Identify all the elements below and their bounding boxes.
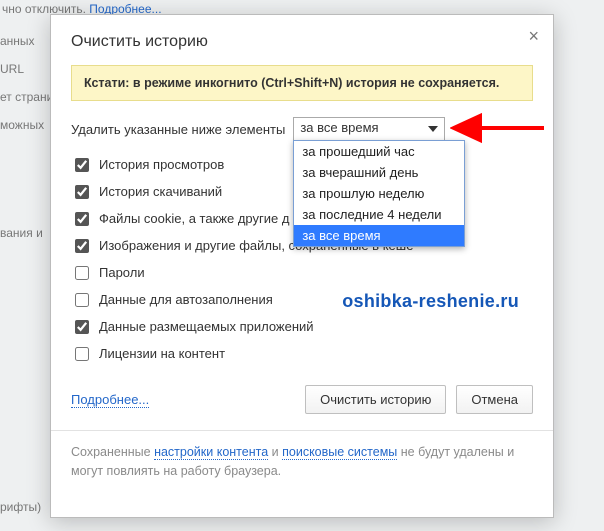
footer-note: Сохраненные настройки контента и поисков… <box>51 430 553 481</box>
dropdown-option[interactable]: за прошедший час <box>294 141 464 162</box>
select-value: за все время <box>300 120 378 135</box>
checkbox[interactable] <box>75 158 89 172</box>
time-range-select[interactable]: за все время за прошедший час за вчерашн… <box>293 117 445 141</box>
time-range-row: Удалить указанные ниже элементы за все в… <box>71 117 533 141</box>
checkbox[interactable] <box>75 320 89 334</box>
content-settings-link[interactable]: настройки контента <box>154 445 268 460</box>
time-range-label: Удалить указанные ниже элементы <box>71 122 285 137</box>
dialog-actions: Подробнее... Очистить историю Отмена <box>71 385 533 414</box>
dropdown-option-selected[interactable]: за все время <box>294 225 464 246</box>
select-box[interactable]: за все время <box>293 117 445 141</box>
checkbox-label: Лицензии на контент <box>99 346 225 361</box>
dropdown-option[interactable]: за последние 4 недели <box>294 204 464 225</box>
checkbox-label: Данные размещаемых приложений <box>99 319 314 334</box>
cancel-button[interactable]: Отмена <box>456 385 533 414</box>
checkbox-row[interactable]: Пароли <box>71 259 533 286</box>
close-button[interactable]: × <box>528 27 539 45</box>
checkbox-label: Пароли <box>99 265 145 280</box>
checkbox-label: Данные для автозаполнения <box>99 292 273 307</box>
checkbox[interactable] <box>75 185 89 199</box>
checkbox-label: История просмотров <box>99 157 224 172</box>
button-group: Очистить историю Отмена <box>305 385 533 414</box>
checkbox[interactable] <box>75 212 89 226</box>
search-engines-link[interactable]: поисковые системы <box>282 445 397 460</box>
time-range-dropdown: за прошедший час за вчерашний день за пр… <box>293 140 465 247</box>
clear-history-dialog: × Очистить историю Кстати: в режиме инко… <box>50 14 554 518</box>
clear-history-button[interactable]: Очистить историю <box>305 385 446 414</box>
dropdown-option[interactable]: за вчерашний день <box>294 162 464 183</box>
dropdown-option[interactable]: за прошлую неделю <box>294 183 464 204</box>
checkbox-label: История скачиваний <box>99 184 222 199</box>
more-link[interactable]: Подробнее... <box>71 392 149 408</box>
dialog-title: Очистить историю <box>71 33 533 51</box>
chevron-down-icon <box>428 126 438 132</box>
checkbox[interactable] <box>75 239 89 253</box>
checkbox[interactable] <box>75 347 89 361</box>
checkbox-label: Файлы cookie, а также другие д <box>99 211 289 226</box>
checkbox-row[interactable]: Лицензии на контент <box>71 340 533 367</box>
incognito-notice: Кстати: в режиме инкогнито (Ctrl+Shift+N… <box>71 65 533 101</box>
checkbox[interactable] <box>75 266 89 280</box>
checkbox-row[interactable]: Данные размещаемых приложений <box>71 313 533 340</box>
checkbox-row[interactable]: Данные для автозаполнения <box>71 286 533 313</box>
checkbox[interactable] <box>75 293 89 307</box>
